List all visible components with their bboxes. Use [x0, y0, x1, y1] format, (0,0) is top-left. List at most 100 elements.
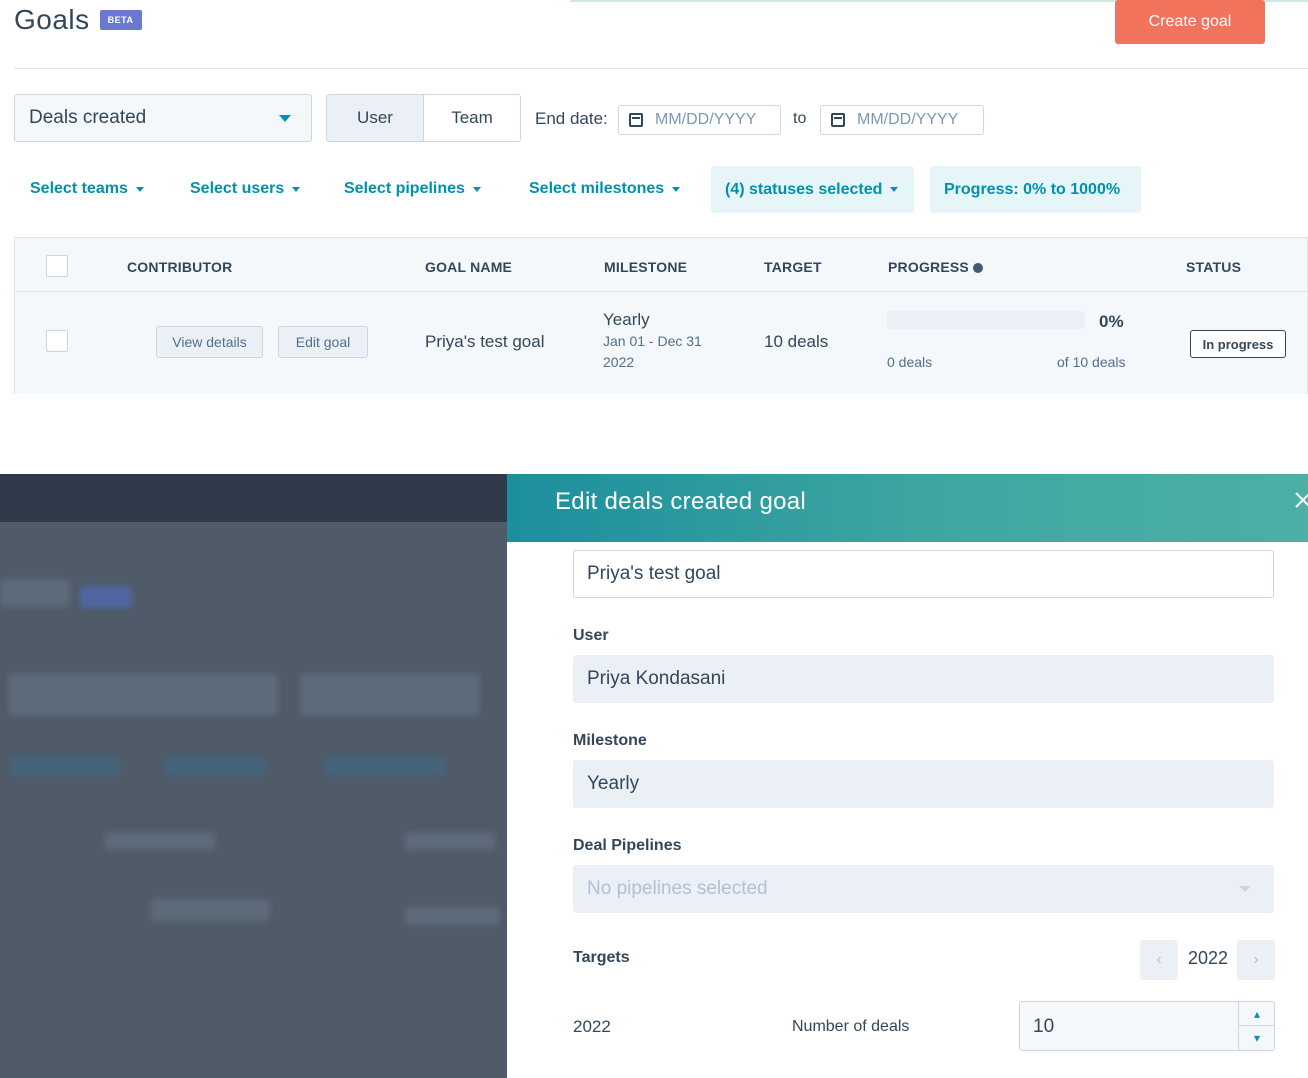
col-progress-label: PROGRESS: [888, 259, 969, 275]
edit-goal-panel: Edit deals created goal Priya's test goa…: [507, 474, 1308, 1078]
edit-goal-button[interactable]: Edit goal: [278, 326, 368, 358]
calendar-icon: [831, 113, 845, 127]
filter-milestones-label: Select milestones: [529, 180, 665, 197]
table-row: View details Edit goal Priya's test goal…: [15, 292, 1307, 394]
next-year-button[interactable]: ›: [1237, 940, 1275, 980]
close-icon[interactable]: [1291, 488, 1308, 512]
goal-type-dropdown[interactable]: Deals created: [14, 94, 312, 142]
end-date-to-input[interactable]: MM/DD/YYYY: [820, 105, 984, 135]
blurred-element: [80, 586, 132, 608]
caret-down-icon: [472, 186, 481, 192]
goals-page: Goals BETA Create goal Deals created Use…: [0, 0, 1308, 474]
row-checkbox[interactable]: [46, 330, 68, 352]
page-title: Goals: [14, 4, 90, 35]
targets-label: Targets: [573, 949, 630, 966]
number-stepper: ▴ ▾: [1238, 1002, 1275, 1050]
blurred-element: [405, 907, 500, 925]
blurred-element: [105, 832, 215, 850]
chevron-down-icon: [1239, 886, 1251, 892]
deal-pipelines-label: Deal Pipelines: [573, 837, 682, 854]
col-target: TARGET: [764, 259, 822, 275]
deal-pipelines-select[interactable]: No pipelines selected: [573, 865, 1274, 913]
info-icon[interactable]: [972, 263, 983, 273]
pipelines-placeholder: No pipelines selected: [587, 878, 768, 899]
status-badge: In progress: [1190, 330, 1286, 358]
filter-progress-label: Progress: 0% to 1000%: [944, 180, 1121, 198]
number-of-deals-input[interactable]: 10 ▴ ▾: [1019, 1001, 1275, 1051]
blurred-element: [8, 674, 278, 716]
table-header: CONTRIBUTOR GOAL NAME MILESTONE TARGET P…: [15, 238, 1307, 292]
milestone-cell: Yearly: [603, 310, 650, 329]
filter-users-label: Select users: [190, 180, 285, 197]
filter-teams-label: Select teams: [30, 180, 128, 197]
col-status: STATUS: [1186, 259, 1242, 275]
goal-type-value: Deals created: [29, 107, 147, 128]
target-row-year: 2022: [573, 1017, 611, 1036]
col-progress: PROGRESS: [888, 259, 983, 275]
caret-down-icon: [279, 115, 291, 122]
create-goal-button[interactable]: Create goal: [1115, 0, 1265, 44]
chevron-down-icon[interactable]: ▾: [1239, 1026, 1275, 1050]
goal-name-cell: Priya's test goal: [425, 332, 545, 351]
chevron-up-icon[interactable]: ▴: [1239, 1002, 1275, 1026]
select-all-checkbox[interactable]: [46, 255, 68, 277]
blurred-element: [325, 756, 445, 776]
progress-percent: 0%: [1099, 312, 1124, 331]
milestone-value: Yearly: [587, 773, 640, 794]
date-to-label: to: [793, 110, 807, 127]
filter-statuses-label: (4) statuses selected: [725, 180, 883, 198]
filter-pipelines[interactable]: Select pipelines: [344, 180, 481, 198]
page-header: Goals BETA: [14, 4, 142, 36]
milestone-field: Yearly: [573, 760, 1274, 808]
number-of-deals-label: Number of deals: [792, 1018, 910, 1035]
milestone-label: Milestone: [573, 732, 647, 749]
calendar-icon: [629, 113, 643, 127]
number-of-deals-value: 10: [1033, 1016, 1055, 1037]
milestone-range: Jan 01 - Dec 31: [603, 333, 702, 349]
user-label: User: [573, 627, 609, 644]
blurred-element: [0, 579, 70, 607]
segment-team[interactable]: Team: [424, 95, 520, 141]
col-contributor: CONTRIBUTOR: [127, 259, 233, 275]
blurred-element: [165, 756, 265, 776]
milestone-year: 2022: [603, 354, 635, 370]
col-goal-name: GOAL NAME: [425, 259, 513, 275]
panel-header: Edit deals created goal: [507, 474, 1308, 542]
filter-pipelines-label: Select pipelines: [344, 180, 465, 197]
date-to-placeholder: MM/DD/YYYY: [857, 111, 959, 128]
progress-current: 0 deals: [887, 354, 933, 370]
user-team-toggle: User Team: [326, 94, 521, 142]
blurred-element: [150, 899, 270, 921]
blurred-element: [300, 674, 480, 716]
target-cell: 10 deals: [764, 332, 829, 351]
filter-teams[interactable]: Select teams: [30, 180, 144, 198]
blurred-background-overlay[interactable]: [0, 474, 507, 1078]
user-value: Priya Kondasani: [587, 668, 726, 689]
end-date-label: End date:: [535, 109, 608, 128]
filter-milestones[interactable]: Select milestones: [529, 180, 681, 198]
chevron-right-icon: ›: [1253, 951, 1259, 968]
view-details-button[interactable]: View details: [156, 326, 263, 358]
filter-users[interactable]: Select users: [190, 180, 301, 198]
panel-title: Edit deals created goal: [555, 488, 807, 515]
prev-year-button[interactable]: ‹: [1140, 940, 1178, 980]
end-date-from-input[interactable]: MM/DD/YYYY: [618, 105, 781, 135]
caret-down-icon: [672, 186, 681, 192]
user-field: Priya Kondasani: [573, 655, 1274, 703]
filter-progress[interactable]: Progress: 0% to 1000%: [930, 166, 1141, 213]
blurred-element: [405, 832, 495, 850]
progress-bar: [887, 311, 1085, 329]
filter-statuses[interactable]: (4) statuses selected: [711, 166, 914, 213]
goal-name-input[interactable]: Priya's test goal: [573, 550, 1274, 598]
goal-name-value: Priya's test goal: [587, 563, 721, 584]
chevron-left-icon: ‹: [1156, 951, 1162, 968]
segment-user[interactable]: User: [327, 95, 424, 141]
targets-year: 2022: [1188, 948, 1229, 968]
progress-total: of 10 deals: [1057, 354, 1126, 370]
col-milestone: MILESTONE: [604, 259, 688, 275]
caret-down-icon: [890, 187, 899, 192]
header-divider: [14, 68, 1308, 69]
date-from-placeholder: MM/DD/YYYY: [655, 111, 757, 128]
beta-badge: BETA: [99, 10, 142, 30]
goals-table: CONTRIBUTOR GOAL NAME MILESTONE TARGET P…: [14, 237, 1308, 394]
